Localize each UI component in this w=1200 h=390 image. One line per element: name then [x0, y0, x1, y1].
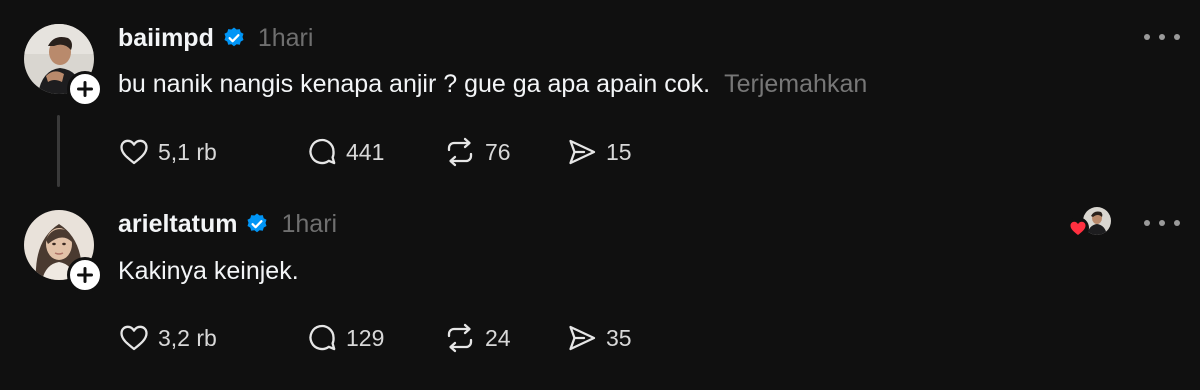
username[interactable]: baiimpd — [118, 24, 214, 53]
post-text: Kakinya keinjek. — [118, 257, 299, 285]
heart-outline-icon — [120, 139, 148, 165]
more-dot — [1174, 220, 1180, 226]
repost-arrows-icon — [447, 137, 473, 167]
repost-arrows-icon — [447, 323, 473, 353]
more-dot — [1159, 34, 1165, 40]
post-time: 1hari — [281, 209, 338, 238]
reply-button[interactable]: 129 — [306, 321, 384, 355]
like-count: 3,2 rb — [158, 324, 217, 351]
post-text-block: Kakinya keinjek. — [118, 257, 299, 286]
post-text: bu nanik nangis kenapa anjir ? gue ga ap… — [118, 70, 711, 98]
like-count: 5,1 rb — [158, 138, 217, 165]
post-header: baiimpd 1hari — [118, 22, 313, 54]
repost-count: 76 — [485, 138, 511, 165]
more-dot — [1159, 220, 1165, 226]
more-options-button[interactable] — [1144, 217, 1180, 229]
liked-by-author[interactable] — [1067, 207, 1113, 241]
follow-plus-button[interactable] — [67, 257, 103, 293]
plus-icon — [77, 267, 93, 283]
avatar-wrap[interactable] — [24, 210, 103, 293]
paper-plane-icon — [569, 325, 596, 351]
repost-count: 24 — [485, 324, 511, 351]
more-options-button[interactable] — [1144, 31, 1180, 43]
verified-badge-icon — [245, 212, 269, 236]
more-dot — [1144, 220, 1150, 226]
action-bar: 3,2 rb 129 24 35 — [118, 321, 678, 355]
speech-bubble-icon — [309, 324, 336, 351]
post-time: 1hari — [257, 23, 314, 52]
post-baiimpd[interactable]: baiimpd 1hari bu nanik nangis kenapa anj… — [0, 0, 1200, 195]
reply-count: 129 — [346, 324, 385, 351]
reply-count: 441 — [346, 138, 385, 165]
more-dot — [1174, 34, 1180, 40]
share-button[interactable]: 15 — [566, 135, 632, 169]
share-count: 15 — [606, 138, 632, 165]
share-count: 35 — [606, 324, 632, 351]
red-heart-icon — [1067, 217, 1089, 239]
heart-outline-icon — [120, 325, 148, 351]
post-text-block: bu nanik nangis kenapa anjir ? gue ga ap… — [118, 70, 867, 99]
post-arieltatum[interactable]: arieltatum 1hari Kakinya keinjek. 3,2 rb… — [0, 195, 1200, 390]
like-button[interactable]: 3,2 rb — [118, 321, 217, 355]
share-button[interactable]: 35 — [566, 321, 632, 355]
more-dot — [1144, 34, 1150, 40]
like-button[interactable]: 5,1 rb — [118, 135, 217, 169]
speech-bubble-icon — [309, 138, 336, 165]
repost-button[interactable]: 76 — [443, 135, 511, 169]
verified-badge-icon — [222, 26, 246, 50]
thread-line — [57, 115, 60, 187]
username[interactable]: arieltatum — [118, 210, 237, 239]
paper-plane-icon — [569, 139, 596, 165]
reply-button[interactable]: 441 — [306, 135, 384, 169]
follow-plus-button[interactable] — [67, 71, 103, 107]
plus-icon — [77, 81, 93, 97]
repost-button[interactable]: 24 — [443, 321, 511, 355]
avatar-wrap[interactable] — [24, 24, 103, 107]
action-bar: 5,1 rb 441 76 15 — [118, 135, 678, 169]
translate-link[interactable]: Terjemahkan — [724, 70, 867, 98]
post-header: arieltatum 1hari — [118, 208, 337, 240]
